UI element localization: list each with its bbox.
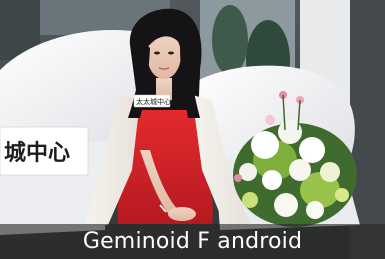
backdrop-sign-text: 城中心 <box>4 140 70 166</box>
caption-text: Geminoid F android <box>82 229 303 254</box>
caption-bar: Geminoid F android <box>0 224 385 259</box>
photo-frame: 城中心 太太城中心 Geminoid F android <box>0 0 385 259</box>
geminoid-photo: 城中心 太太城中心 <box>0 0 385 259</box>
name-badge-text: 太太城中心 <box>136 97 171 106</box>
tree-shape-2 <box>212 5 248 75</box>
hands <box>168 207 196 221</box>
right-eye <box>168 51 174 55</box>
left-eye <box>154 51 160 55</box>
